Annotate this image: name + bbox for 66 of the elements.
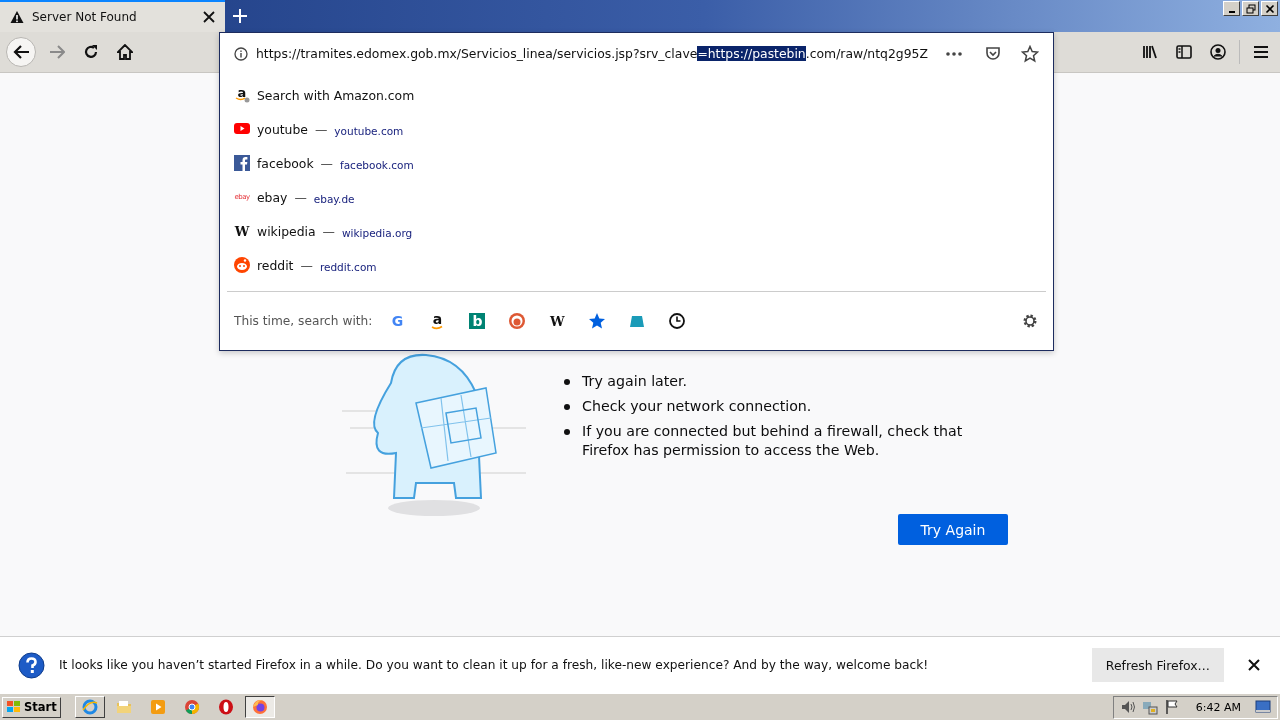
refresh-firefox-button[interactable]: Refresh Firefox… <box>1091 648 1224 682</box>
opera-icon <box>217 699 234 715</box>
minimize-button[interactable] <box>1223 1 1240 16</box>
suggestion-item[interactable]: W wikipedia — wikipedia.org <box>220 214 1053 248</box>
media-player-icon <box>149 699 166 715</box>
back-arrow-icon <box>12 44 30 60</box>
search-engine-icon[interactable]: G <box>388 312 407 330</box>
home-icon[interactable] <box>117 44 133 60</box>
close-icon[interactable] <box>1248 659 1260 671</box>
suggestion-text: Check your network connection. <box>582 397 812 416</box>
settings-icon[interactable] <box>1021 312 1039 330</box>
bullet-icon <box>564 379 570 385</box>
taskbar-button[interactable] <box>244 696 275 718</box>
suggestion-item[interactable]: a Search with Amazon.com <box>220 78 1053 112</box>
help-icon <box>18 651 45 679</box>
suggestion-text: Try again later. <box>582 372 688 391</box>
info-icon[interactable] <box>234 46 248 61</box>
browser-icon <box>81 699 98 715</box>
bullet-icon <box>564 429 570 435</box>
site-icon: W <box>234 223 250 239</box>
notification-message: It looks like you haven’t started Firefox in a while. Do you want to clean it up for a fresh, like-new experience? And by the way, welcome back! <box>59 658 930 672</box>
f-logo-icon <box>234 155 250 171</box>
library-icon[interactable] <box>1142 44 1158 60</box>
start-button[interactable]: Start <box>2 696 61 718</box>
close-icon <box>1264 3 1275 14</box>
suggestion-item[interactable]: youtube — youtube.com <box>220 112 1053 146</box>
windows-logo-icon <box>6 700 22 714</box>
close-icon[interactable] <box>203 11 215 23</box>
search-engine-icon[interactable]: b <box>468 312 487 330</box>
star-icon[interactable] <box>1021 44 1039 63</box>
reload-icon[interactable] <box>83 44 99 60</box>
show-desktop-icon[interactable] <box>1255 700 1271 714</box>
play-icon <box>234 121 250 137</box>
forward-icon[interactable] <box>49 44 65 60</box>
try-again-button[interactable]: Try Again <box>898 514 1008 545</box>
close-button[interactable] <box>1261 1 1278 16</box>
search-with-label: This time, search with: <box>234 314 373 328</box>
suggestion-text: If you are connected but behind a firewall, check that Firefox has permission to access the Web. <box>582 422 964 460</box>
search-engine-icon[interactable]: W <box>548 312 567 330</box>
folder-icon <box>115 699 132 715</box>
warning-icon <box>10 10 24 24</box>
speaker-icon[interactable] <box>1119 699 1136 715</box>
url-field[interactable]: https://tramites.edomex.gob.mx/Servicios_linea/servicios.jsp?srv_clave=https://pastebin.com/raw/ntq2g95Z <box>256 46 937 61</box>
suggestion-item[interactable]: facebook — facebook.com <box>220 146 1053 180</box>
bullet-icon <box>564 404 570 410</box>
sidebar-icon[interactable] <box>1176 44 1192 60</box>
back-button[interactable] <box>6 37 36 67</box>
new-tab-icon[interactable] <box>233 9 247 23</box>
restore-button[interactable] <box>1242 1 1259 16</box>
firefox-icon <box>251 699 268 715</box>
chrome-icon <box>183 699 200 715</box>
star-icon[interactable] <box>588 312 607 330</box>
browser-tab[interactable]: Server Not Found <box>0 0 225 32</box>
clock: 6:42 AM <box>1195 700 1241 714</box>
search-engine-icon[interactable] <box>508 312 527 330</box>
tab-title: Server Not Found <box>32 10 138 24</box>
suggestion-item[interactable]: reddit — reddit.com <box>220 248 1053 282</box>
pocket-icon[interactable] <box>985 45 1001 62</box>
alien-face-icon <box>234 257 250 273</box>
account-icon[interactable] <box>1210 44 1226 60</box>
restore-icon <box>1245 3 1256 14</box>
clock-icon[interactable] <box>668 312 687 330</box>
minimize-icon <box>1228 10 1235 13</box>
menu-icon[interactable] <box>1253 44 1269 60</box>
network-icon[interactable] <box>1141 699 1158 715</box>
flag-icon[interactable] <box>1163 699 1180 715</box>
